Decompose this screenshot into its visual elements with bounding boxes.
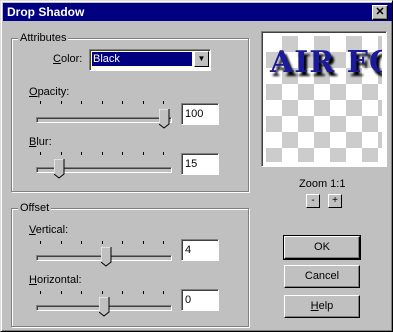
offset-group-label: Offset xyxy=(18,201,52,215)
close-icon: ✕ xyxy=(375,6,385,18)
cancel-button[interactable]: Cancel xyxy=(284,265,360,288)
blur-input[interactable]: 15 xyxy=(181,153,219,175)
plus-icon: + xyxy=(332,195,338,206)
zoom-label: Zoom 1:1 xyxy=(299,178,346,190)
blur-slider-thumb[interactable] xyxy=(54,159,65,179)
preview-text: AIR FO xyxy=(270,45,382,80)
help-button[interactable]: Help xyxy=(284,295,360,318)
ok-button[interactable]: OK xyxy=(283,235,361,260)
vertical-input[interactable]: 4 xyxy=(181,239,219,261)
horizontal-slider-thumb[interactable] xyxy=(99,297,110,317)
minus-icon: - xyxy=(311,195,315,206)
drop-shadow-dialog: Drop Shadow ✕ Attributes Color: Black ▼ … xyxy=(0,0,393,332)
shadow-preview[interactable]: AIR FO xyxy=(261,31,387,167)
color-dropdown[interactable]: Black ▼ xyxy=(89,49,211,71)
opacity-slider-thumb[interactable] xyxy=(159,109,170,129)
vertical-slider-thumb[interactable] xyxy=(101,247,112,267)
opacity-input[interactable]: 100 xyxy=(181,103,219,125)
horizontal-input[interactable]: 0 xyxy=(181,289,219,311)
chevron-down-icon[interactable]: ▼ xyxy=(194,51,209,67)
blur-label: Blur: xyxy=(29,136,52,148)
horizontal-label: Horizontal: xyxy=(29,274,82,286)
opacity-slider-track[interactable] xyxy=(36,117,172,123)
vertical-label: Vertical: xyxy=(29,224,69,236)
title-bar[interactable]: Drop Shadow ✕ xyxy=(3,3,392,21)
zoom-in-button[interactable]: + xyxy=(328,194,342,208)
close-button[interactable]: ✕ xyxy=(372,5,388,20)
color-label: Color: xyxy=(53,53,83,65)
transparency-checkerboard: AIR FO xyxy=(266,36,382,162)
attributes-group-label: Attributes xyxy=(18,31,69,45)
dialog-title: Drop Shadow xyxy=(7,5,85,19)
zoom-out-button[interactable]: - xyxy=(306,194,320,208)
color-dropdown-value: Black xyxy=(91,51,193,67)
opacity-label: Opacity: xyxy=(29,86,70,98)
